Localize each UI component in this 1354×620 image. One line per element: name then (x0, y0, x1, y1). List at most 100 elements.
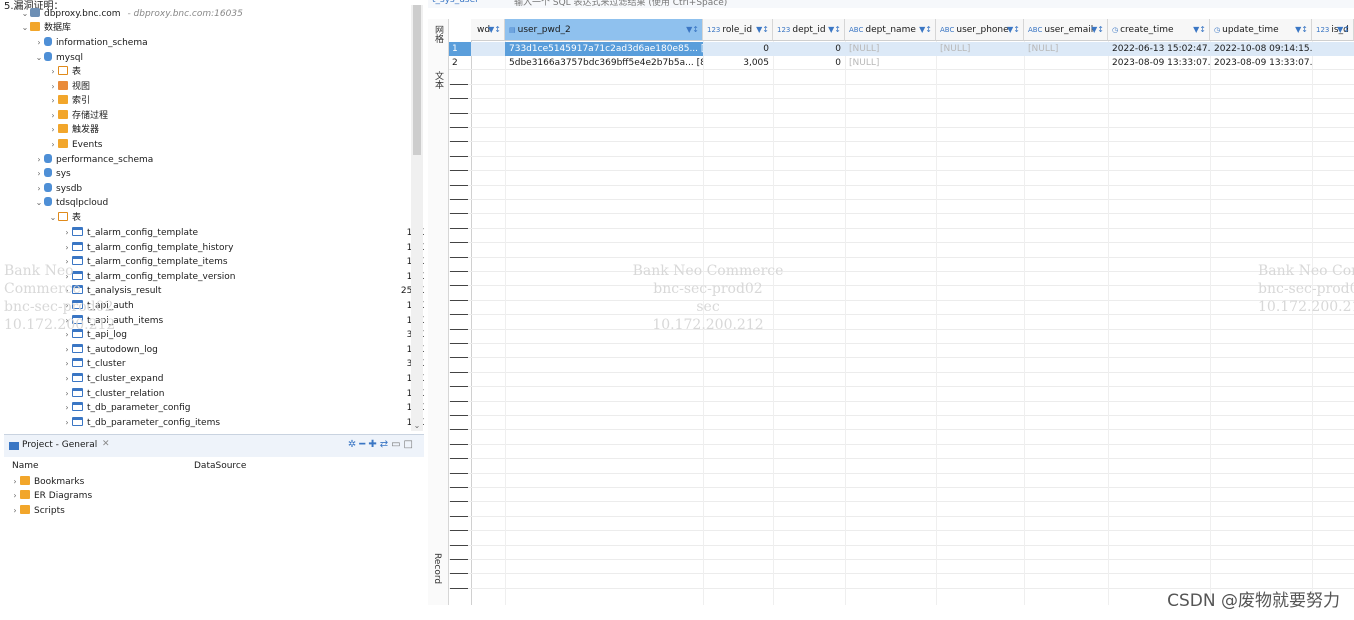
tree-table-item[interactable]: › t_db_parameter_config_items (62, 416, 220, 430)
tree-db-mysql[interactable]: ⌄ mysql (34, 51, 83, 65)
cell-role-id[interactable]: 3,005 (703, 56, 773, 70)
tree-table-item[interactable]: › t_alarm_config_template (62, 226, 198, 240)
chevron-right-icon[interactable]: › (62, 226, 72, 240)
cell-create-time[interactable]: 2022-06-13 15:02:47.0 (1108, 42, 1210, 56)
chevron-down-icon[interactable]: ⌄ (34, 196, 44, 210)
link-icon[interactable]: ⇄ (380, 439, 391, 450)
project-item-bookmarks[interactable]: › Bookmarks (10, 475, 84, 489)
navigator-scrollbar[interactable]: ⌄ (411, 5, 423, 431)
cell-dept-id[interactable]: 0 (773, 42, 845, 56)
tree-mysql-triggers[interactable]: › 触发器 (48, 123, 99, 137)
tree-table-item[interactable]: › t_cluster_relation (62, 387, 164, 401)
tree-mysql-procedures[interactable]: › 存储过程 (48, 109, 108, 123)
row-number[interactable]: 1 (449, 42, 471, 56)
tab-grid-view[interactable]: 网格 (432, 25, 445, 43)
tree-db-sysdb[interactable]: › sysdb (34, 182, 82, 196)
tab-text-view[interactable]: 文本 (432, 71, 445, 89)
chevron-right-icon[interactable]: › (62, 372, 72, 386)
tree-tdsqlpcloud-tables[interactable]: ⌄ 表 (48, 211, 81, 225)
minimize-icon[interactable]: ▭ (391, 439, 403, 450)
project-item-er-diagrams[interactable]: › ER Diagrams (10, 489, 92, 503)
column-header-datasource[interactable]: DataSource (194, 461, 246, 471)
chevron-right-icon[interactable]: › (48, 109, 58, 123)
chevron-right-icon[interactable]: › (48, 80, 58, 94)
tree-databases-folder[interactable]: ⌄ 数据库 (20, 21, 71, 35)
column-header-dept-id[interactable]: 123 dept_id ▼↕ (773, 19, 845, 41)
tree-db-information-schema[interactable]: › information_schema (34, 36, 148, 50)
chevron-right-icon[interactable]: › (48, 123, 58, 137)
chevron-right-icon[interactable]: › (62, 343, 72, 357)
tree-table-item[interactable]: › t_autodown_log (62, 343, 158, 357)
tree-table-item[interactable]: › t_cluster (62, 357, 126, 371)
filter-sort-icon[interactable]: ▼↕ (686, 19, 699, 40)
cell-create-time[interactable]: 2023-08-09 13:33:07.0 (1108, 56, 1210, 70)
filter-input[interactable]: 输入一个 SQL 表达式来过滤结果 (使用 Ctrl+Space) (514, 0, 727, 8)
filter-sort-icon[interactable]: ▼↕ (1295, 19, 1308, 40)
tree-mysql-tables[interactable]: › 表 (48, 65, 81, 79)
row-number[interactable]: 2 (449, 56, 471, 70)
add-icon[interactable]: ✚ (368, 439, 379, 450)
chevron-right-icon[interactable]: › (62, 401, 72, 415)
cell-user-phone[interactable]: [NULL] (936, 42, 1024, 56)
column-header-update-time[interactable]: ◷ update_time ▼↕ (1210, 19, 1312, 41)
scrollbar-thumb[interactable] (413, 5, 421, 155)
chevron-down-icon[interactable]: ⌄ (20, 7, 30, 21)
tree-db-performance-schema[interactable]: › performance_schema (34, 153, 153, 167)
chevron-right-icon[interactable]: › (34, 153, 44, 167)
filter-sort-icon[interactable]: ▼↕ (1007, 19, 1020, 40)
column-header-name[interactable]: Name (12, 461, 39, 471)
chevron-right-icon[interactable]: › (62, 357, 72, 371)
tree-table-item[interactable]: › t_alarm_config_template_history (62, 241, 234, 255)
column-header-user-phone[interactable]: ABC user_phone ▼↕ (936, 19, 1024, 41)
scroll-down-icon[interactable]: ⌄ (411, 421, 423, 431)
column-header-user-pwd-2[interactable]: ▤ user_pwd_2 ▼↕ (505, 19, 703, 41)
gear-icon[interactable]: ✲ (348, 439, 359, 450)
chevron-right-icon[interactable]: › (34, 167, 44, 181)
column-header-user-email[interactable]: ABC user_email ▼↕ (1024, 19, 1108, 41)
tree-table-item[interactable]: › t_db_parameter_config (62, 401, 191, 415)
column-header-dept-name[interactable]: ABC dept_name ▼↕ (845, 19, 936, 41)
cell-user-email[interactable] (1024, 56, 1108, 70)
cell-pwd[interactable]: 5dbe3166a3757bdc369bff5e4e2b7b5a... [80] (505, 56, 703, 70)
filter-sort-icon[interactable]: ▼↕ (1091, 19, 1104, 40)
tree-table-item[interactable]: › t_cluster_expand (62, 372, 164, 386)
tree-mysql-views[interactable]: › 视图 (48, 80, 90, 94)
cell-update-time[interactable]: 2022-10-08 09:14:15.0 (1210, 42, 1312, 56)
cell-dept-name[interactable]: [NULL] (845, 56, 936, 70)
filter-sort-icon[interactable]: ▼↕ (1193, 19, 1206, 40)
chevron-right-icon[interactable]: › (34, 182, 44, 196)
filter-sort-icon[interactable]: ▼↕ (756, 19, 769, 40)
filter-sort-icon[interactable]: ▼↕ (1337, 19, 1350, 40)
chevron-right-icon[interactable]: › (10, 475, 20, 489)
tree-db-sys[interactable]: › sys (34, 167, 71, 181)
chevron-right-icon[interactable]: › (62, 416, 72, 430)
column-header-role-id[interactable]: 123 role_id ▼↕ (703, 19, 773, 41)
chevron-down-icon[interactable]: ⌄ (20, 21, 30, 35)
chevron-right-icon[interactable]: › (62, 241, 72, 255)
project-tab[interactable]: Project - General ✕ ✲━✚⇄▭□ (4, 435, 424, 457)
filter-sort-icon[interactable]: ▼↕ (919, 19, 932, 40)
chevron-down-icon[interactable]: ⌄ (34, 51, 44, 65)
tree-mysql-indexes[interactable]: › 索引 (48, 94, 90, 108)
close-icon[interactable]: ✕ (102, 439, 110, 449)
tab-record-view[interactable]: Record (432, 553, 442, 584)
chevron-right-icon[interactable]: › (48, 138, 58, 152)
chevron-right-icon[interactable]: › (62, 387, 72, 401)
cell-dept-id[interactable]: 0 (773, 56, 845, 70)
maximize-icon[interactable]: □ (404, 439, 416, 450)
cell-update-time[interactable]: 2023-08-09 13:33:07.0 (1210, 56, 1312, 70)
chevron-right-icon[interactable]: › (10, 504, 20, 518)
tree-db-tdsqlpcloud[interactable]: ⌄ tdsqlpcloud (34, 196, 108, 210)
tab-t-sys-user[interactable]: t_sys_user (432, 0, 479, 5)
chevron-right-icon[interactable]: › (10, 489, 20, 503)
column-header-wd[interactable]: wd ▼↕ (471, 19, 505, 41)
chevron-right-icon[interactable]: › (48, 94, 58, 108)
tree-connection[interactable]: ⌄ dbproxy.bnc.com - dbproxy.bnc.com:16035 (20, 7, 243, 21)
filter-sort-icon[interactable]: ▼↕ (828, 19, 841, 40)
project-item-scripts[interactable]: › Scripts (10, 504, 65, 518)
cell-user-phone[interactable] (936, 56, 1024, 70)
collapse-icon[interactable]: ━ (359, 439, 368, 450)
cell-user-email[interactable]: [NULL] (1024, 42, 1108, 56)
cell-pwd[interactable]: 733d1ce5145917a71c2ad3d6ae180e85... [80] (505, 42, 703, 56)
chevron-down-icon[interactable]: ⌄ (48, 211, 58, 225)
